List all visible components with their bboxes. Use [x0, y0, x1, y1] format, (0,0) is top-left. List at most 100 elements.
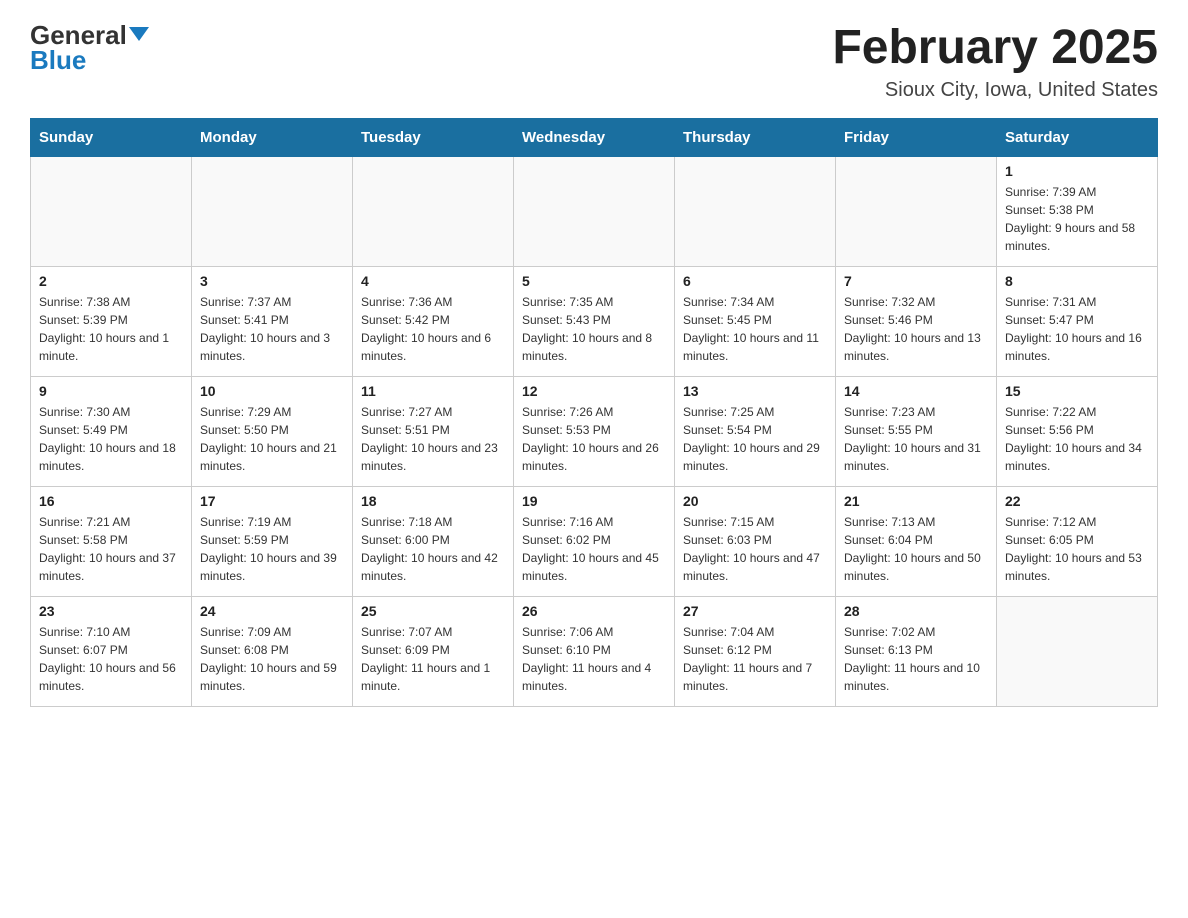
day-number: 10 — [200, 383, 344, 399]
weekday-header-saturday: Saturday — [997, 119, 1158, 157]
calendar-cell: 21 Sunrise: 7:13 AM Sunset: 6:04 PM Dayli… — [836, 487, 997, 597]
calendar-cell: 18 Sunrise: 7:18 AM Sunset: 6:00 PM Dayli… — [353, 487, 514, 597]
calendar-cell: 28Sunrise: 7:02 AM Sunset: 6:13 PM Dayli… — [836, 597, 997, 707]
calendar-cell — [353, 157, 514, 267]
logo-triangle-icon — [129, 27, 149, 41]
weekday-header-monday: Monday — [192, 119, 353, 157]
calendar-cell: 4Sunrise: 7:36 AM Sunset: 5:42 PM Daylig… — [353, 267, 514, 377]
month-title: February 2025 — [832, 20, 1158, 75]
calendar-cell — [192, 157, 353, 267]
day-number: 18 — [361, 493, 505, 509]
calendar-body: 1 Sunrise: 7:39 AM Sunset: 5:38 PM Daylig… — [31, 157, 1158, 707]
day-number: 23 — [39, 603, 183, 619]
calendar-cell — [514, 157, 675, 267]
calendar-cell — [675, 157, 836, 267]
calendar-cell: 25 Sunrise: 7:07 AM Sunset: 6:09 PM Dayli… — [353, 597, 514, 707]
day-number: 28 — [844, 603, 988, 619]
day-info: Sunrise: 7:16 AM Sunset: 6:02 PM Dayligh… — [522, 513, 666, 585]
day-info: Sunrise: 7:34 AM Sunset: 5:45 PM Dayligh… — [683, 293, 827, 365]
logo: General Blue — [30, 20, 151, 76]
day-number: 2 — [39, 273, 183, 289]
day-number: 19 — [522, 493, 666, 509]
calendar-week-2: 2 Sunrise: 7:38 AM Sunset: 5:39 PM Daylig… — [31, 267, 1158, 377]
calendar-cell: 7Sunrise: 7:32 AM Sunset: 5:46 PM Daylig… — [836, 267, 997, 377]
calendar-week-5: 23 Sunrise: 7:10 AM Sunset: 6:07 PM Dayli… — [31, 597, 1158, 707]
day-info: Sunrise: 7:09 AM Sunset: 6:08 PM Dayligh… — [200, 623, 344, 695]
calendar-cell: 5 Sunrise: 7:35 AM Sunset: 5:43 PM Daylig… — [514, 267, 675, 377]
day-info: Sunrise: 7:37 AM Sunset: 5:41 PM Dayligh… — [200, 293, 344, 365]
calendar-cell: 16 Sunrise: 7:21 AM Sunset: 5:58 PM Dayli… — [31, 487, 192, 597]
day-info: Sunrise: 7:27 AM Sunset: 5:51 PM Dayligh… — [361, 403, 505, 475]
day-number: 12 — [522, 383, 666, 399]
day-number: 17 — [200, 493, 344, 509]
location-title: Sioux City, Iowa, United States — [832, 79, 1158, 102]
day-info: Sunrise: 7:06 AM Sunset: 6:10 PM Dayligh… — [522, 623, 666, 695]
weekday-header-row: SundayMondayTuesdayWednesdayThursdayFrid… — [31, 119, 1158, 157]
weekday-header-wednesday: Wednesday — [514, 119, 675, 157]
day-info: Sunrise: 7:22 AM Sunset: 5:56 PM Dayligh… — [1005, 403, 1149, 475]
day-number: 3 — [200, 273, 344, 289]
day-number: 5 — [522, 273, 666, 289]
day-number: 8 — [1005, 273, 1149, 289]
day-info: Sunrise: 7:26 AM Sunset: 5:53 PM Dayligh… — [522, 403, 666, 475]
day-info: Sunrise: 7:30 AM Sunset: 5:49 PM Dayligh… — [39, 403, 183, 475]
day-info: Sunrise: 7:12 AM Sunset: 6:05 PM Dayligh… — [1005, 513, 1149, 585]
day-info: Sunrise: 7:13 AM Sunset: 6:04 PM Dayligh… — [844, 513, 988, 585]
calendar-cell — [836, 157, 997, 267]
day-number: 22 — [1005, 493, 1149, 509]
day-info: Sunrise: 7:31 AM Sunset: 5:47 PM Dayligh… — [1005, 293, 1149, 365]
day-number: 26 — [522, 603, 666, 619]
day-info: Sunrise: 7:15 AM Sunset: 6:03 PM Dayligh… — [683, 513, 827, 585]
day-number: 16 — [39, 493, 183, 509]
logo-blue: Blue — [30, 45, 86, 76]
calendar-cell: 2 Sunrise: 7:38 AM Sunset: 5:39 PM Daylig… — [31, 267, 192, 377]
calendar-cell: 1 Sunrise: 7:39 AM Sunset: 5:38 PM Daylig… — [997, 157, 1158, 267]
day-info: Sunrise: 7:32 AM Sunset: 5:46 PM Dayligh… — [844, 293, 988, 365]
day-number: 11 — [361, 383, 505, 399]
calendar-header: SundayMondayTuesdayWednesdayThursdayFrid… — [31, 119, 1158, 157]
day-info: Sunrise: 7:19 AM Sunset: 5:59 PM Dayligh… — [200, 513, 344, 585]
calendar-week-3: 9 Sunrise: 7:30 AM Sunset: 5:49 PM Daylig… — [31, 377, 1158, 487]
day-info: Sunrise: 7:04 AM Sunset: 6:12 PM Dayligh… — [683, 623, 827, 695]
calendar-cell: 14 Sunrise: 7:23 AM Sunset: 5:55 PM Dayli… — [836, 377, 997, 487]
calendar-cell: 8 Sunrise: 7:31 AM Sunset: 5:47 PM Daylig… — [997, 267, 1158, 377]
weekday-header-sunday: Sunday — [31, 119, 192, 157]
day-number: 21 — [844, 493, 988, 509]
calendar-cell — [997, 597, 1158, 707]
calendar-cell: 24 Sunrise: 7:09 AM Sunset: 6:08 PM Dayli… — [192, 597, 353, 707]
day-number: 1 — [1005, 163, 1149, 179]
day-number: 24 — [200, 603, 344, 619]
calendar-cell: 27 Sunrise: 7:04 AM Sunset: 6:12 PM Dayli… — [675, 597, 836, 707]
day-info: Sunrise: 7:18 AM Sunset: 6:00 PM Dayligh… — [361, 513, 505, 585]
calendar-week-1: 1 Sunrise: 7:39 AM Sunset: 5:38 PM Daylig… — [31, 157, 1158, 267]
day-number: 6 — [683, 273, 827, 289]
day-info: Sunrise: 7:10 AM Sunset: 6:07 PM Dayligh… — [39, 623, 183, 695]
day-number: 14 — [844, 383, 988, 399]
day-info: Sunrise: 7:07 AM Sunset: 6:09 PM Dayligh… — [361, 623, 505, 695]
day-info: Sunrise: 7:21 AM Sunset: 5:58 PM Dayligh… — [39, 513, 183, 585]
weekday-header-thursday: Thursday — [675, 119, 836, 157]
calendar-cell — [31, 157, 192, 267]
day-number: 25 — [361, 603, 505, 619]
day-info: Sunrise: 7:25 AM Sunset: 5:54 PM Dayligh… — [683, 403, 827, 475]
calendar-cell: 3 Sunrise: 7:37 AM Sunset: 5:41 PM Daylig… — [192, 267, 353, 377]
day-info: Sunrise: 7:39 AM Sunset: 5:38 PM Dayligh… — [1005, 183, 1149, 255]
page-header: General Blue February 2025 Sioux City, I… — [30, 20, 1158, 102]
day-number: 27 — [683, 603, 827, 619]
calendar-cell: 10 Sunrise: 7:29 AM Sunset: 5:50 PM Dayli… — [192, 377, 353, 487]
calendar-cell: 23 Sunrise: 7:10 AM Sunset: 6:07 PM Dayli… — [31, 597, 192, 707]
day-info: Sunrise: 7:38 AM Sunset: 5:39 PM Dayligh… — [39, 293, 183, 365]
day-info: Sunrise: 7:23 AM Sunset: 5:55 PM Dayligh… — [844, 403, 988, 475]
title-area: February 2025 Sioux City, Iowa, United S… — [832, 20, 1158, 102]
day-number: 4 — [361, 273, 505, 289]
weekday-header-tuesday: Tuesday — [353, 119, 514, 157]
calendar-cell: 11 Sunrise: 7:27 AM Sunset: 5:51 PM Dayli… — [353, 377, 514, 487]
day-number: 9 — [39, 383, 183, 399]
calendar-cell: 15Sunrise: 7:22 AM Sunset: 5:56 PM Dayli… — [997, 377, 1158, 487]
day-info: Sunrise: 7:35 AM Sunset: 5:43 PM Dayligh… — [522, 293, 666, 365]
calendar-cell: 13Sunrise: 7:25 AM Sunset: 5:54 PM Dayli… — [675, 377, 836, 487]
calendar-cell: 12 Sunrise: 7:26 AM Sunset: 5:53 PM Dayli… — [514, 377, 675, 487]
calendar-cell: 6 Sunrise: 7:34 AM Sunset: 5:45 PM Daylig… — [675, 267, 836, 377]
day-info: Sunrise: 7:29 AM Sunset: 5:50 PM Dayligh… — [200, 403, 344, 475]
calendar-cell: 19 Sunrise: 7:16 AM Sunset: 6:02 PM Dayli… — [514, 487, 675, 597]
